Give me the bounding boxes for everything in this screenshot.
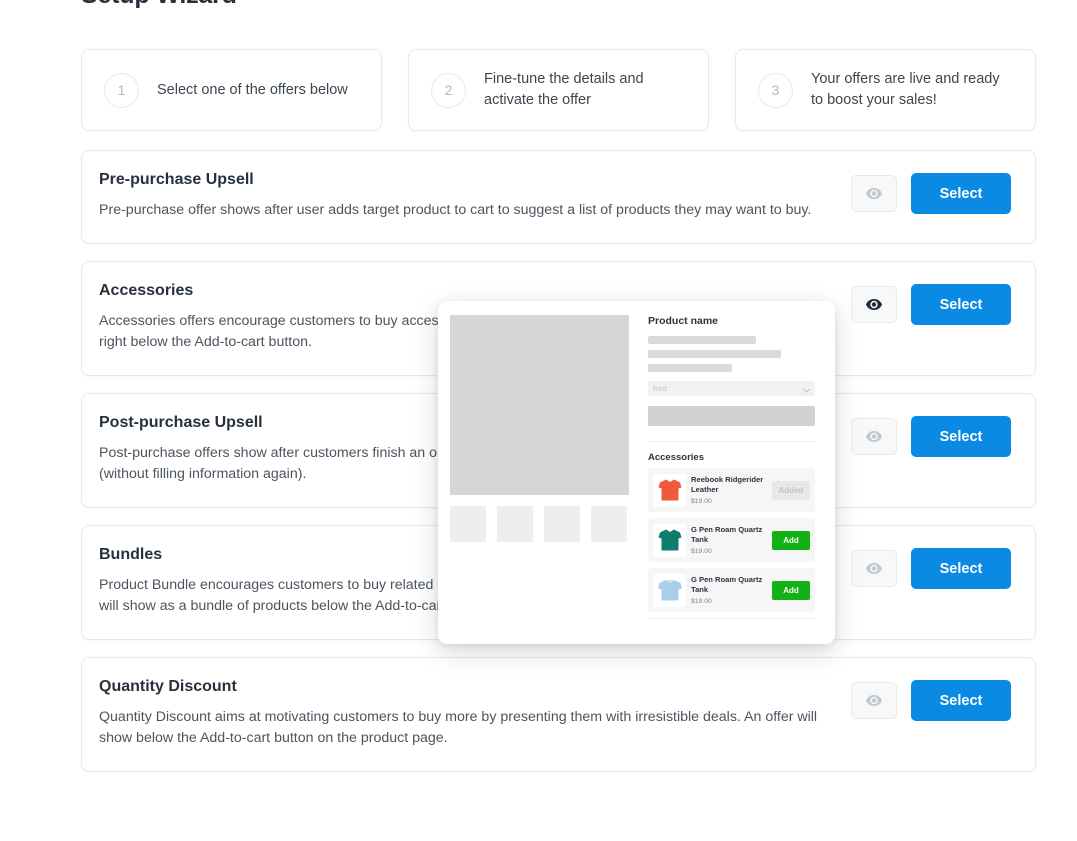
offer-card-pre-purchase-upsell: Pre-purchase Upsell Pre-purchase offer s…	[81, 150, 1036, 244]
accessory-info: Reebook Ridgerider Leather $19.00	[686, 475, 772, 505]
accessory-info: G Pen Roam Quartz Tank $19.00	[686, 525, 772, 555]
eye-icon	[866, 563, 882, 574]
add-to-cart-placeholder[interactable]	[648, 406, 815, 426]
preview-eye-button[interactable]	[851, 418, 897, 455]
variant-select[interactable]: Red	[648, 381, 815, 396]
step-number-badge: 1	[104, 72, 139, 108]
offer-title: Quantity Discount	[99, 678, 237, 695]
eye-icon	[866, 431, 882, 442]
offer-preview-popup: Product name Red Accessories Reebook Rid…	[438, 301, 835, 644]
preview-eye-button[interactable]	[851, 286, 897, 323]
select-button[interactable]: Select	[911, 284, 1011, 325]
offer-text-block: Quantity Discount Quantity Discount aims…	[99, 678, 851, 749]
offer-actions: Select	[851, 284, 1011, 325]
preview-details: Product name Red Accessories Reebook Rid…	[646, 315, 823, 632]
accessory-price: $19.00	[691, 598, 712, 605]
offer-description: Pre-purchase offer shows after user adds…	[99, 202, 812, 218]
product-thumbnail[interactable]	[544, 506, 580, 542]
step-card-3: 3 Your offers are live and ready to boos…	[735, 49, 1036, 131]
preview-eye-button[interactable]	[851, 550, 897, 587]
accessory-name: Reebook Ridgerider Leather	[691, 475, 764, 494]
select-button[interactable]: Select	[911, 173, 1011, 214]
step-number-badge: 3	[758, 72, 793, 108]
offer-title: Accessories	[99, 282, 194, 299]
offer-description: Quantity Discount aims at motivating cus…	[99, 709, 818, 746]
product-thumbnail[interactable]	[450, 506, 486, 542]
placeholder-bar	[648, 336, 756, 344]
accessory-price: $19.00	[691, 498, 712, 505]
accessory-name: G Pen Roam Quartz Tank	[691, 525, 763, 544]
accessory-item: G Pen Roam Quartz Tank $19.00 Add	[648, 568, 815, 612]
eye-icon	[866, 299, 882, 310]
accessory-thumbnail	[653, 473, 686, 507]
step-label: Your offers are live and ready to boost …	[811, 71, 1000, 108]
accessory-thumbnail	[653, 523, 686, 557]
step-number-badge: 2	[431, 72, 466, 108]
accessory-item: Reebook Ridgerider Leather $19.00 Added	[648, 468, 815, 512]
product-thumbnail-strip	[450, 506, 636, 542]
eye-icon	[866, 188, 882, 199]
eye-icon	[866, 695, 882, 706]
product-thumbnail[interactable]	[591, 506, 627, 542]
variant-select-value: Red	[653, 384, 667, 393]
divider	[648, 618, 815, 619]
accessories-heading: Accessories	[648, 452, 704, 463]
select-button[interactable]: Select	[911, 416, 1011, 457]
accessory-add-button[interactable]: Add	[772, 580, 810, 600]
accessory-name: G Pen Roam Quartz Tank	[691, 575, 763, 594]
offer-title: Pre-purchase Upsell	[99, 171, 254, 188]
step-card-2: 2 Fine-tune the details and activate the…	[408, 49, 709, 131]
accessory-add-button[interactable]: Add	[772, 530, 810, 550]
offer-text-block: Pre-purchase Upsell Pre-purchase offer s…	[99, 171, 851, 221]
offer-actions: Select	[851, 173, 1011, 214]
step-card-1: 1 Select one of the offers below	[81, 49, 382, 131]
offer-actions: Select	[851, 548, 1011, 589]
chevron-down-icon	[803, 380, 810, 398]
accessory-info: G Pen Roam Quartz Tank $19.00	[686, 575, 772, 605]
divider	[648, 441, 815, 442]
placeholder-bar	[648, 364, 732, 372]
accessory-thumbnail	[653, 573, 686, 607]
select-button[interactable]: Select	[911, 680, 1011, 721]
steps-row: 1 Select one of the offers below 2 Fine-…	[81, 49, 1036, 131]
product-name-heading: Product name	[648, 315, 719, 327]
step-label: Fine-tune the details and activate the o…	[484, 71, 644, 108]
product-image-placeholder	[450, 315, 629, 495]
step-label: Select one of the offers below	[157, 81, 348, 98]
accessory-add-button: Added	[772, 480, 810, 500]
placeholder-bar	[648, 350, 781, 358]
select-button[interactable]: Select	[911, 548, 1011, 589]
page-title: Setup Wizard	[81, 0, 237, 10]
accessory-item: G Pen Roam Quartz Tank $19.00 Add	[648, 518, 815, 562]
accessory-price: $19.00	[691, 548, 712, 555]
setup-wizard-page: Setup Wizard 1 Select one of the offers …	[0, 0, 1077, 841]
offer-actions: Select	[851, 680, 1011, 721]
preview-gallery	[450, 315, 646, 632]
preview-eye-button[interactable]	[851, 682, 897, 719]
offer-actions: Select	[851, 416, 1011, 457]
offer-card-quantity-discount: Quantity Discount Quantity Discount aims…	[81, 657, 1036, 772]
preview-eye-button[interactable]	[851, 175, 897, 212]
product-thumbnail[interactable]	[497, 506, 533, 542]
